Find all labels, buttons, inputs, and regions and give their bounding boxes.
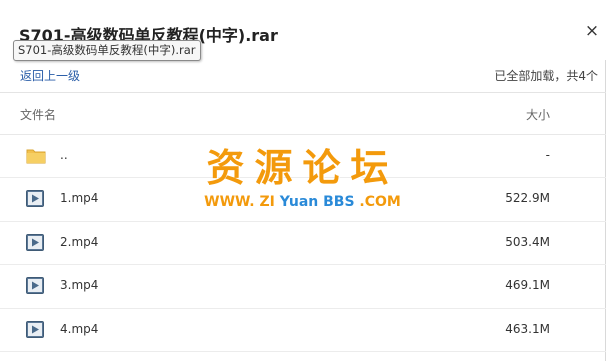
archive-preview-dialog: S701-高级数码单反教程(中字).rar × S701-高级数码单反教程(中字… xyxy=(0,0,606,361)
close-icon[interactable]: × xyxy=(582,21,602,41)
file-name: 4.mp4 xyxy=(60,321,99,336)
file-size: 469.1M xyxy=(505,278,550,293)
file-list: .. - 1.mp4 522.9M 2.mp4 503.4M 3.mp4 469… xyxy=(0,135,606,352)
file-name: 1.mp4 xyxy=(60,191,99,206)
file-size: 463.1M xyxy=(505,321,550,336)
file-size: 503.4M xyxy=(505,234,550,249)
column-header-filename[interactable]: 文件名 xyxy=(20,106,56,123)
video-file-icon xyxy=(26,233,44,251)
file-size: - xyxy=(545,148,550,162)
file-name: .. xyxy=(60,148,68,162)
folder-icon xyxy=(26,147,46,164)
file-row-parent-folder[interactable]: .. - xyxy=(0,135,606,179)
file-row[interactable]: 4.mp4 463.1M xyxy=(0,309,606,352)
file-row[interactable]: 1.mp4 522.9M xyxy=(0,178,606,222)
back-to-parent-link[interactable]: 返回上一级 xyxy=(20,67,80,84)
video-file-icon xyxy=(26,320,44,338)
video-file-icon xyxy=(26,277,44,295)
loaded-status-text: 已全部加载，共4个 xyxy=(494,69,598,83)
navigation-bar: 返回上一级 已全部加载，共4个 xyxy=(0,60,606,93)
file-row[interactable]: 2.mp4 503.4M xyxy=(0,222,606,266)
file-name: 2.mp4 xyxy=(60,234,99,249)
table-header: 文件名 大小 xyxy=(0,94,606,135)
file-row[interactable]: 3.mp4 469.1M xyxy=(0,265,606,309)
file-size: 522.9M xyxy=(505,191,550,206)
file-name: 3.mp4 xyxy=(60,278,99,293)
video-file-icon xyxy=(26,190,44,208)
title-tooltip: S701-高级数码单反教程(中字).rar xyxy=(13,40,201,61)
column-header-size[interactable]: 大小 xyxy=(500,106,550,123)
